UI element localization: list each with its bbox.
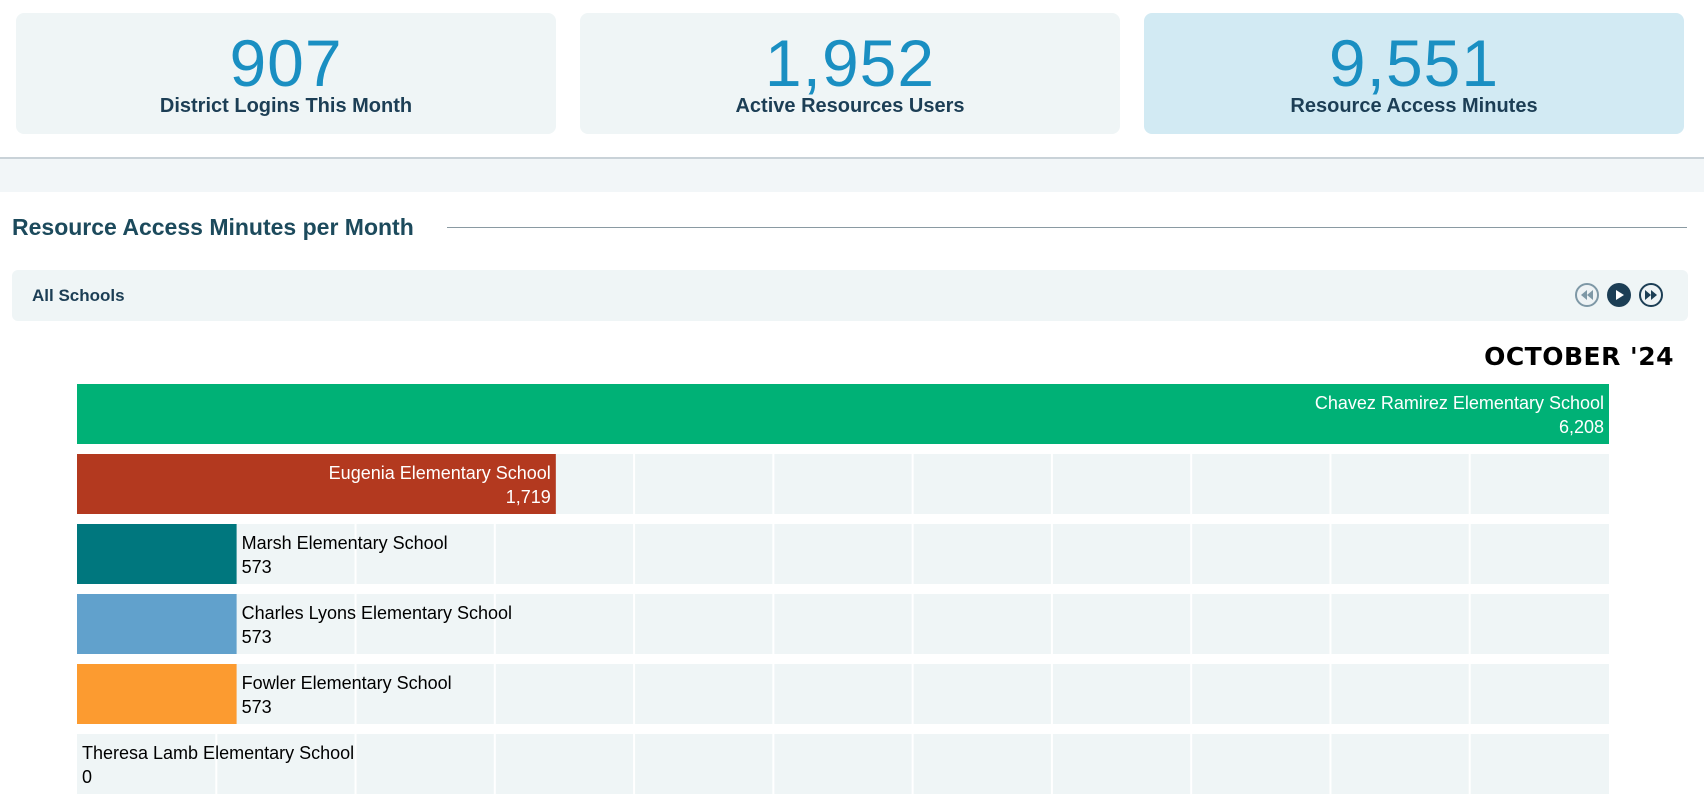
bar[interactable] — [77, 594, 237, 654]
bar-value-label: 573 — [242, 557, 272, 577]
bar[interactable] — [77, 664, 237, 724]
bar-value-label: 0 — [82, 767, 92, 787]
bar-value-label: 573 — [242, 627, 272, 647]
bar[interactable] — [77, 524, 237, 584]
bar-value-label: 1,719 — [506, 487, 551, 507]
bar-category-label: Fowler Elementary School — [242, 673, 452, 693]
bar-value-label: 573 — [242, 697, 272, 717]
bar-category-label: Marsh Elementary School — [242, 533, 448, 553]
bar-value-label: 6,208 — [1559, 417, 1604, 437]
school-minutes-bar-chart: Chavez Ramirez Elementary School 6,208 Eug… — [77, 384, 1609, 794]
bar-category-label: Eugenia Elementary School — [329, 463, 551, 483]
bar-category-label: Charles Lyons Elementary School — [242, 603, 512, 623]
bar-category-label: Chavez Ramirez Elementary School — [1315, 393, 1604, 413]
bar-category-label: Theresa Lamb Elementary School — [82, 743, 354, 763]
